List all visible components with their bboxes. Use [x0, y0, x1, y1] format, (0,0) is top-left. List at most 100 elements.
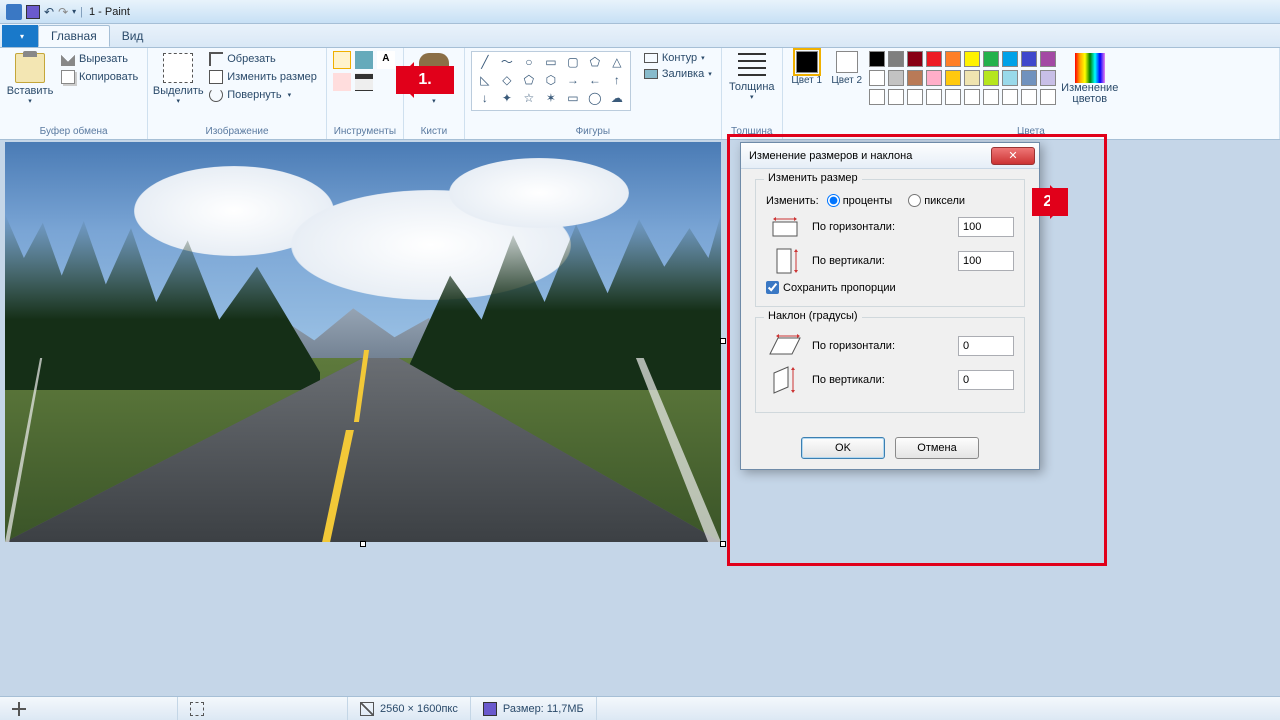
palette-swatch[interactable]	[1002, 70, 1018, 86]
shape-hexagon[interactable]: ⬡	[540, 72, 562, 90]
skew-vert-input[interactable]	[958, 370, 1014, 390]
shape-callout-cloud[interactable]: ☁	[606, 90, 628, 108]
dialog-titlebar[interactable]: Изменение размеров и наклона ✕	[741, 143, 1039, 169]
palette-swatch[interactable]	[1021, 70, 1037, 86]
palette-swatch[interactable]	[1040, 51, 1056, 67]
palette-swatch[interactable]	[907, 89, 923, 105]
palette-swatch[interactable]	[983, 51, 999, 67]
shape-arrow-l[interactable]: ←	[584, 72, 606, 90]
app-icon[interactable]	[6, 4, 22, 20]
palette-swatch[interactable]	[869, 70, 885, 86]
keep-ratio-checkbox[interactable]: Сохранить пропорции	[766, 281, 1014, 294]
palette-swatch[interactable]	[926, 51, 942, 67]
skew-vert-icon	[766, 366, 804, 394]
crop-button[interactable]: Обрезать	[206, 51, 320, 67]
group-clipboard: Вставить ▾ Вырезать Копировать Буфер обм…	[0, 48, 148, 139]
group-shapes: ╱〜○▭▢⬠△ ◺◇⬠⬡→←↑ ↓✦☆✶▭◯☁ Контур▾ Заливка▾…	[465, 48, 722, 139]
file-menu-button[interactable]	[2, 25, 38, 47]
shape-arrow-u[interactable]: ↑	[606, 72, 628, 90]
palette-swatch[interactable]	[926, 89, 942, 105]
palette-swatch[interactable]	[888, 89, 904, 105]
shape-star6[interactable]: ✶	[540, 90, 562, 108]
resize-button[interactable]: Изменить размер	[206, 69, 320, 85]
palette-swatch[interactable]	[964, 70, 980, 86]
shape-polygon[interactable]: ⬠	[584, 54, 606, 72]
rotate-icon	[209, 88, 223, 102]
resize-vert-input[interactable]	[958, 251, 1014, 271]
palette-swatch[interactable]	[1040, 89, 1056, 105]
shape-outline-button[interactable]: Контур▾	[641, 51, 715, 65]
resize-vert-label: По вертикали:	[812, 255, 950, 267]
tab-home[interactable]: Главная	[38, 25, 110, 47]
shape-diamond[interactable]: ◇	[496, 72, 518, 90]
color2-button[interactable]: Цвет 2	[829, 51, 865, 95]
radio-pixels[interactable]: пиксели	[908, 194, 965, 207]
shape-rect[interactable]: ▭	[540, 54, 562, 72]
palette-swatch[interactable]	[945, 89, 961, 105]
select-button[interactable]: Выделить ▾	[154, 51, 202, 107]
palette-swatch[interactable]	[1002, 51, 1018, 67]
color1-button[interactable]: Цвет 1	[789, 51, 825, 95]
palette-swatch[interactable]	[945, 70, 961, 86]
shape-star5[interactable]: ☆	[518, 90, 540, 108]
palette-swatch[interactable]	[983, 89, 999, 105]
shape-rtriangle[interactable]: ◺	[474, 72, 496, 90]
shape-arrow-d[interactable]: ↓	[474, 90, 496, 108]
shapes-gallery[interactable]: ╱〜○▭▢⬠△ ◺◇⬠⬡→←↑ ↓✦☆✶▭◯☁	[471, 51, 631, 111]
resize-horiz-input[interactable]	[958, 217, 1014, 237]
save-icon[interactable]	[26, 5, 40, 19]
palette-swatch[interactable]	[869, 89, 885, 105]
shape-oval[interactable]: ○	[518, 54, 540, 72]
shape-pentagon[interactable]: ⬠	[518, 72, 540, 90]
cut-button[interactable]: Вырезать	[58, 51, 141, 67]
color-picker-icon[interactable]	[355, 73, 373, 91]
undo-icon[interactable]: ↶	[44, 5, 54, 19]
close-button[interactable]: ✕	[991, 147, 1035, 165]
resize-handle[interactable]	[720, 541, 726, 547]
group-label: Буфер обмена	[6, 125, 141, 138]
shape-roundrect[interactable]: ▢	[562, 54, 584, 72]
shape-triangle[interactable]: △	[606, 54, 628, 72]
cancel-button[interactable]: Отмена	[895, 437, 979, 459]
eraser-icon[interactable]	[333, 73, 351, 91]
palette-swatch[interactable]	[1002, 89, 1018, 105]
shape-star4[interactable]: ✦	[496, 90, 518, 108]
radio-percent[interactable]: проценты	[827, 194, 893, 207]
shape-callout-oval[interactable]: ◯	[584, 90, 606, 108]
shape-line[interactable]: ╱	[474, 54, 496, 72]
palette-swatch[interactable]	[1021, 51, 1037, 67]
palette-swatch[interactable]	[983, 70, 999, 86]
copy-button[interactable]: Копировать	[58, 69, 141, 85]
qat-dropdown-icon[interactable]: ▾	[72, 7, 76, 16]
shape-curve[interactable]: 〜	[496, 54, 518, 72]
palette-swatch[interactable]	[964, 51, 980, 67]
shape-arrow-r[interactable]: →	[562, 72, 584, 90]
palette-swatch[interactable]	[869, 51, 885, 67]
ok-button[interactable]: OK	[801, 437, 885, 459]
palette-swatch[interactable]	[1040, 70, 1056, 86]
rotate-button[interactable]: Повернуть▾	[206, 87, 320, 103]
palette-swatch[interactable]	[1021, 89, 1037, 105]
palette-swatch[interactable]	[945, 51, 961, 67]
resize-handle[interactable]	[720, 338, 726, 344]
size-button[interactable]: Толщина ▾	[728, 51, 776, 103]
palette-swatch[interactable]	[907, 70, 923, 86]
shape-callout-rect[interactable]: ▭	[562, 90, 584, 108]
palette-swatch[interactable]	[926, 70, 942, 86]
palette-swatch[interactable]	[888, 70, 904, 86]
canvas-area[interactable]	[0, 140, 1280, 696]
tab-view[interactable]: Вид	[110, 25, 156, 47]
edit-colors-button[interactable]: Изменение цветов	[1062, 51, 1118, 107]
fill-icon[interactable]	[355, 51, 373, 69]
redo-icon[interactable]: ↷	[58, 5, 68, 19]
palette-swatch[interactable]	[888, 51, 904, 67]
palette-swatch[interactable]	[964, 89, 980, 105]
skew-horiz-input[interactable]	[958, 336, 1014, 356]
pencil-icon[interactable]	[333, 51, 351, 69]
palette-swatch[interactable]	[907, 51, 923, 67]
resize-handle[interactable]	[360, 541, 366, 547]
thickness-icon	[738, 53, 766, 81]
paste-button[interactable]: Вставить ▾	[6, 51, 54, 107]
shape-fill-button[interactable]: Заливка▾	[641, 67, 715, 81]
canvas-image[interactable]	[5, 142, 721, 542]
